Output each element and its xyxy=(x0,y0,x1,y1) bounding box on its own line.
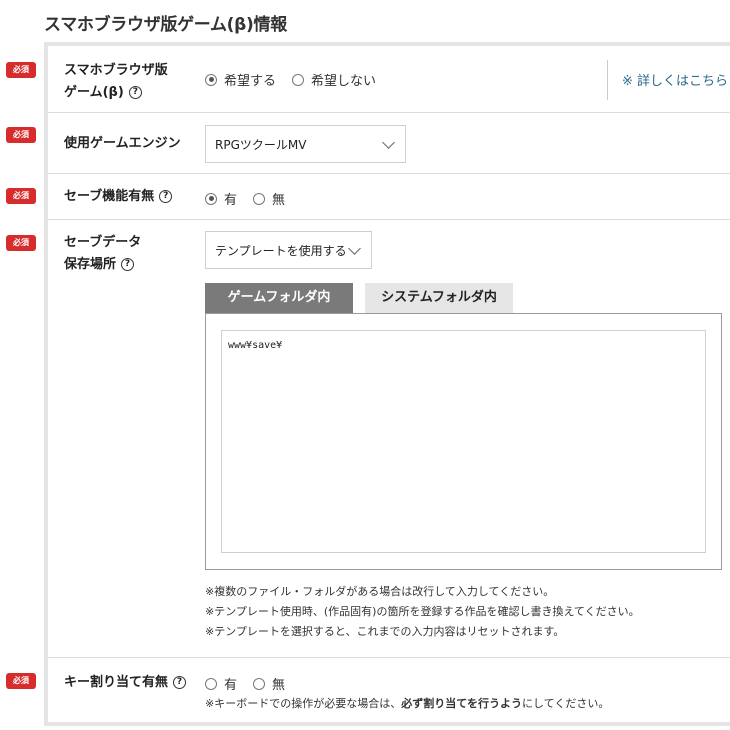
save-location-label: セーブデータ 保存場所? xyxy=(64,235,142,272)
vertical-divider xyxy=(607,60,608,100)
key-assign-note: ※キーボードでの操作が必要な場合は、必ず割り当てを行うようにしてください。 xyxy=(205,697,610,710)
radio-dot-icon xyxy=(205,192,217,205)
radio-dot-icon xyxy=(292,73,305,86)
radio-no-wish[interactable]: 希望しない xyxy=(292,70,376,89)
required-badge: 必須 xyxy=(6,62,36,78)
tab-game-folder[interactable]: ゲームフォルダ内 xyxy=(205,283,353,313)
section-title: スマホブラウザ版ゲーム(β)情報 xyxy=(44,15,287,35)
template-select[interactable]: テンプレートを使用する xyxy=(205,231,372,269)
radio-dot-icon xyxy=(205,73,217,86)
chevron-down-icon xyxy=(382,136,395,149)
help-icon[interactable]: ? xyxy=(128,86,142,99)
radio-save-yes[interactable]: 有 xyxy=(205,189,237,208)
required-badge: 必須 xyxy=(6,673,36,689)
save-function-radio-group: 有 無 xyxy=(205,189,301,208)
row-divider xyxy=(48,112,730,113)
key-assign-label: キー割り当て有無? xyxy=(64,672,187,694)
details-link[interactable]: ※ 詳しくはこちら xyxy=(622,70,728,89)
smartphone-radio-group: 希望する 希望しない xyxy=(205,70,392,89)
required-badge: 必須 xyxy=(6,127,36,143)
row-divider xyxy=(48,173,730,174)
radio-dot-icon xyxy=(253,192,266,205)
radio-wish[interactable]: 希望する xyxy=(205,70,276,89)
row-divider xyxy=(48,219,730,220)
key-assign-radio-group: 有 無 xyxy=(205,674,301,693)
save-path-textarea[interactable]: www¥save¥ xyxy=(221,330,706,553)
radio-dot-icon xyxy=(253,677,266,690)
radio-key-yes[interactable]: 有 xyxy=(205,674,237,693)
radio-key-no[interactable]: 無 xyxy=(253,674,285,693)
radio-dot-icon xyxy=(205,677,217,690)
help-icon[interactable]: ? xyxy=(159,190,173,203)
required-badge: 必須 xyxy=(6,235,36,251)
chevron-down-icon xyxy=(348,242,361,255)
engine-select[interactable]: RPGツクールMV xyxy=(205,125,406,163)
save-function-label: セーブ機能有無? xyxy=(64,186,173,208)
help-icon[interactable]: ? xyxy=(121,258,135,271)
tab-system-folder[interactable]: システムフォルダ内 xyxy=(365,283,513,313)
engine-label: 使用ゲームエンジン xyxy=(64,136,181,151)
smartphone-label: スマホブラウザ版 ゲーム(β)? xyxy=(64,63,168,100)
radio-save-no[interactable]: 無 xyxy=(253,189,285,208)
row-divider xyxy=(48,657,730,658)
required-badge: 必須 xyxy=(6,188,36,204)
help-icon[interactable]: ? xyxy=(173,676,187,689)
save-location-notes: ※複数のファイル・フォルダがある場合は改行して入力してください。 ※テンプレート… xyxy=(205,585,640,638)
path-box: www¥save¥ xyxy=(205,313,722,570)
